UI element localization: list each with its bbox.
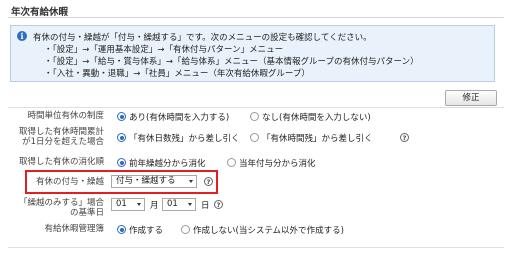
- over-day-label-2: が1日分を超えた場合: [22, 137, 104, 147]
- register-create-text: 作成する: [129, 226, 164, 236]
- carry-day-select[interactable]: 01: [162, 198, 196, 211]
- register-none-radio[interactable]: [181, 225, 190, 234]
- hourly-no-text: なし(有休時間を入力しない): [262, 113, 371, 123]
- bottom-divider: [8, 247, 504, 248]
- chevron-down-icon: [137, 203, 141, 206]
- deduct-days-radio[interactable]: [117, 133, 126, 142]
- info-line-main: 有休の付与・繰越が「付与・繰越する」です。次のメニューの設定も確認してください。: [33, 33, 372, 43]
- question-circle-icon[interactable]: ?: [214, 200, 223, 209]
- carry-month-select[interactable]: 01: [111, 198, 145, 211]
- over-day-label-1: 取得した有休時間累計: [18, 127, 104, 137]
- info-icon: i: [17, 31, 27, 41]
- carry-base-label-2: の基準日: [69, 208, 104, 218]
- info-notice: i 有休の付与・繰越が「付与・繰越する」です。次のメニューの設定も確認してくださ…: [10, 25, 495, 82]
- current-grant-radio[interactable]: [227, 158, 236, 167]
- day-unit: 日: [201, 201, 210, 211]
- chevron-down-icon: [189, 180, 193, 183]
- settings-divider: [8, 107, 504, 108]
- info-line-1: ・「設定」→「運用基本設定」→「有休付与パターン」メニュー: [44, 45, 284, 55]
- grant-carry-select[interactable]: 付与・繰越する: [111, 175, 197, 188]
- deduct-hours-text: 「有休時間残」から差し引く: [262, 134, 373, 144]
- hourly-no-radio[interactable]: [250, 112, 259, 121]
- register-create-radio[interactable]: [117, 225, 126, 234]
- prev-carry-text: 前年繰越分から消化: [129, 159, 206, 169]
- carry-month-value: 01: [116, 199, 127, 209]
- title-divider: [8, 17, 504, 18]
- question-circle-icon[interactable]: ?: [400, 133, 409, 142]
- current-grant-text: 当年付与分から消化: [239, 159, 316, 169]
- leave-register-label: 有給休暇管理簿: [44, 224, 104, 234]
- register-none-text: 作成しない(当システム以外で作成する): [193, 226, 344, 236]
- month-unit: 月: [150, 201, 159, 211]
- hourly-leave-label: 時間単位有休の制度: [27, 111, 104, 121]
- grant-carry-label: 有休の付与・繰越: [35, 177, 104, 187]
- carry-day-value: 01: [167, 199, 178, 209]
- hourly-yes-radio[interactable]: [117, 112, 126, 121]
- deduct-hours-radio[interactable]: [250, 133, 259, 142]
- grant-carry-value: 付与・繰越する: [116, 176, 176, 186]
- chevron-down-icon: [188, 203, 192, 206]
- carry-base-label-1: 「繰越のみする」場合: [18, 198, 104, 208]
- edit-button[interactable]: 修正: [445, 90, 497, 106]
- consume-order-label: 取得した有休の消化順: [18, 157, 104, 167]
- question-circle-icon[interactable]: ?: [204, 177, 213, 186]
- prev-carry-radio[interactable]: [117, 158, 126, 167]
- info-line-3: ・「入社・異動・退職」→「社員」メニュー（年次有給休暇グループ）: [44, 69, 310, 79]
- deduct-days-text: 「有休日数残」から差し引く: [129, 134, 240, 144]
- info-line-2: ・「設定」→「給与・賞与体系」→「給与体系」メニュー（基本情報グループの有休付与…: [44, 57, 419, 67]
- page-title: 年次有給休暇: [11, 7, 69, 18]
- hourly-yes-text: あり(有休時間を入力する): [129, 113, 230, 123]
